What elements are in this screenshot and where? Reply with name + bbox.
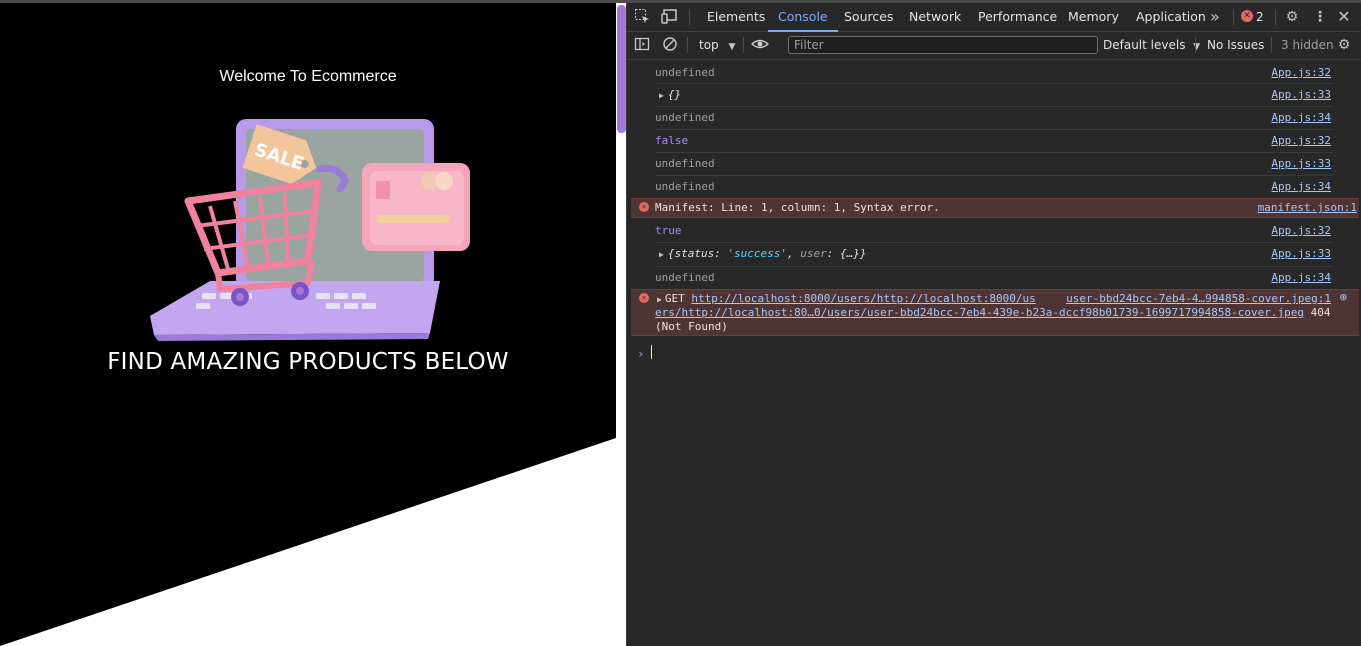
source-link[interactable]: App.js:32 <box>1271 224 1331 237</box>
console-message-text: undefined <box>655 111 715 124</box>
console-message-text: Manifest: Line: 1, column: 1, Syntax err… <box>655 201 940 214</box>
issues-button[interactable]: No Issues <box>1207 32 1264 59</box>
laptop-cart-illustration: SALE <box>150 119 470 341</box>
console-message: undefined App.js:34 <box>655 267 1333 288</box>
tab-memory[interactable]: Memory <box>1068 3 1119 31</box>
console-message-text: undefined <box>655 157 715 170</box>
source-link[interactable]: App.js:34 <box>1271 180 1331 193</box>
network-error-line2: ers/http://localhost:80…0/users/user-bbd… <box>655 306 1331 319</box>
console-message-text: false <box>655 134 689 147</box>
console-input-caret[interactable] <box>651 345 652 359</box>
http-method: GET <box>664 292 685 305</box>
devtools-tabbar: Elements Console Sources Network Perform… <box>627 3 1361 32</box>
live-expression-eye-icon[interactable] <box>750 36 770 54</box>
more-tabs-icon[interactable]: » <box>1210 3 1220 31</box>
context-selector-label: top <box>699 38 719 52</box>
console-error-message: ✕ Manifest: Line: 1, column: 1, Syntax e… <box>631 198 1359 218</box>
toolbar-separator <box>1195 37 1196 53</box>
source-link[interactable]: user-bbd24bcc-7eb4-4…994858-cover.jpeg:1 <box>1066 292 1331 305</box>
clear-console-icon[interactable] <box>661 36 679 54</box>
object-preview-close: : {…}} <box>826 247 867 260</box>
console-message-text: true <box>655 224 682 237</box>
object-preview-key: user <box>800 247 827 260</box>
console-message: undefined App.js:32 <box>655 62 1333 84</box>
context-selector[interactable]: top ▼ <box>699 32 735 61</box>
tab-sources[interactable]: Sources <box>844 3 893 31</box>
expand-triangle-icon[interactable]: ▶ <box>659 250 664 259</box>
tabbar-separator <box>689 9 690 25</box>
console-message: undefined App.js:33 <box>655 153 1333 176</box>
console-message: false App.js:32 <box>655 130 1333 153</box>
console-message[interactable]: ▶{} App.js:33 <box>655 84 1333 107</box>
source-link[interactable]: App.js:34 <box>1271 111 1331 124</box>
console-message-text: undefined <box>655 180 715 193</box>
expand-triangle-icon[interactable]: ▶ <box>659 91 664 100</box>
request-url-link[interactable]: http://localhost:8000/users/http://local… <box>691 292 1035 305</box>
console-message: undefined App.js:34 <box>655 176 1333 197</box>
filter-input[interactable]: Filter <box>788 36 1098 54</box>
tabbar-separator <box>1275 9 1276 25</box>
console-message-text: undefined <box>655 66 715 79</box>
status-code: 404 <box>1310 306 1331 319</box>
toolbar-separator <box>743 37 744 53</box>
object-preview-open: {status: <box>667 247 728 260</box>
log-levels-dropdown[interactable]: Default levels ▼ <box>1103 32 1200 61</box>
page-scrollbar-thumb[interactable] <box>617 5 626 133</box>
object-preview-sep: , <box>787 247 801 260</box>
error-icon: ✕ <box>639 293 649 303</box>
tab-console[interactable]: Console <box>768 3 838 32</box>
sidebar-toggle-icon[interactable] <box>633 36 651 54</box>
toolbar-separator <box>1271 37 1272 53</box>
source-link[interactable]: App.js:32 <box>1271 134 1331 147</box>
hidden-count: 3 hidden <box>1281 38 1334 52</box>
tab-performance[interactable]: Performance <box>978 3 1057 31</box>
web-page: Welcome To Ecommerce SALE FIND AMAZING P… <box>0 3 616 646</box>
tab-network[interactable]: Network <box>909 3 961 31</box>
console-message-text: {} <box>667 88 682 101</box>
devtools-panel: Elements Console Sources Network Perform… <box>627 3 1361 646</box>
welcome-text: Welcome To Ecommerce <box>219 68 397 85</box>
source-link[interactable]: App.js:33 <box>1271 247 1331 260</box>
error-count[interactable]: 2 <box>1256 3 1264 31</box>
device-toolbar-icon[interactable] <box>661 8 679 26</box>
settings-gear-icon[interactable]: ⚙ <box>1283 8 1301 26</box>
console-output: undefined App.js:32 ▶{} App.js:33 undefi… <box>627 60 1361 646</box>
console-settings-gear-icon[interactable]: ⚙ <box>1335 36 1353 54</box>
tab-application[interactable]: Application <box>1136 3 1206 31</box>
network-error-message: ✕ ▶ GET http://localhost:8000/users/http:… <box>631 289 1359 336</box>
log-levels-label: Default levels <box>1103 38 1186 52</box>
inspect-element-icon[interactable] <box>633 8 651 26</box>
console-message[interactable]: ▶ {status: 'success', user: {…}} App.js:3… <box>655 243 1333 267</box>
source-link[interactable]: manifest.json:1 <box>1258 201 1357 214</box>
expand-triangle-icon[interactable]: ▶ <box>657 295 662 304</box>
object-preview-string: 'success' <box>727 247 788 260</box>
more-options-icon[interactable]: ⋮ <box>1311 8 1329 26</box>
error-count-icon[interactable]: ✕ <box>1241 10 1253 22</box>
console-message: true App.js:32 <box>655 220 1333 243</box>
status-text: (Not Found) <box>655 320 728 333</box>
console-message-text: undefined <box>655 271 715 284</box>
source-link[interactable]: App.js:33 <box>1271 88 1331 101</box>
source-link[interactable]: App.js:33 <box>1271 157 1331 170</box>
chevron-down-icon: ▼ <box>728 42 736 52</box>
source-link[interactable]: App.js:32 <box>1271 66 1331 79</box>
console-message: undefined App.js:34 <box>655 107 1333 130</box>
headline: FIND AMAZING PRODUCTS BELOW <box>107 349 509 375</box>
network-globe-icon[interactable]: ⊕ <box>1340 290 1347 304</box>
error-icon: ✕ <box>639 202 649 212</box>
source-link[interactable]: App.js:34 <box>1271 271 1331 284</box>
network-error-line1: ▶ GET http://localhost:8000/users/http://… <box>655 292 1036 305</box>
console-prompt-icon: › <box>637 347 645 361</box>
toolbar-separator <box>687 37 688 53</box>
close-devtools-icon[interactable]: ✕ <box>1335 8 1353 26</box>
tabbar-separator <box>1233 9 1234 25</box>
request-url-link-cont[interactable]: ers/http://localhost:80…0/users/user-bbd… <box>655 306 1304 319</box>
tab-elements[interactable]: Elements <box>707 3 765 31</box>
console-toolbar: top ▼ Filter Default levels ▼ No Issues … <box>627 32 1361 60</box>
